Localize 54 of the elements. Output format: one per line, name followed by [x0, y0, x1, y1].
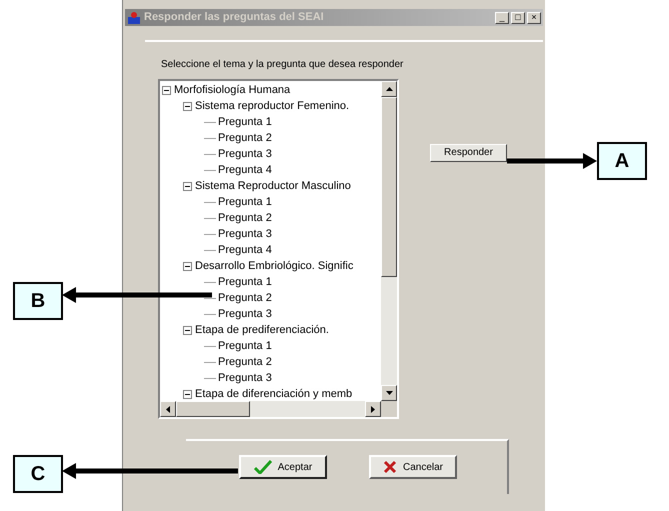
tree-item[interactable]: Pregunta 2: [218, 212, 272, 224]
collapse-icon[interactable]: [183, 102, 192, 110]
collapse-icon[interactable]: [183, 326, 192, 334]
left-arrow-icon: [166, 406, 170, 412]
scroll-thumb[interactable]: [176, 401, 250, 417]
collapse-icon[interactable]: [183, 390, 192, 398]
tree-item[interactable]: Pregunta 3: [218, 308, 272, 320]
minimize-button[interactable]: _: [495, 12, 509, 24]
vertical-scrollbar[interactable]: [381, 81, 397, 401]
up-arrow-icon: [386, 87, 392, 91]
tree-item[interactable]: Etapa de diferenciación y memb: [195, 388, 352, 400]
tree-item[interactable]: Pregunta 1: [218, 196, 272, 208]
scroll-down-button[interactable]: [381, 385, 397, 401]
window-title: Responder las preguntas del SEAI: [144, 10, 324, 26]
accept-button[interactable]: Aceptar: [239, 455, 327, 479]
right-arrow-icon: [371, 406, 375, 412]
scrollbar-corner: [381, 401, 397, 417]
cancel-button[interactable]: Cancelar: [369, 455, 457, 479]
tree-view[interactable]: [158, 79, 399, 419]
tree-item[interactable]: Morfofisiología Humana: [174, 84, 290, 96]
tree-item[interactable]: Sistema Reproductor Masculino: [195, 180, 351, 192]
horizontal-scrollbar[interactable]: [160, 401, 381, 417]
tree-item[interactable]: Pregunta 3: [218, 372, 272, 384]
scroll-up-button[interactable]: [381, 81, 397, 97]
collapse-icon[interactable]: [183, 182, 192, 190]
tree-item[interactable]: Pregunta 4: [218, 244, 272, 256]
instruction-label: Seleccione el tema y la pregunta que desea responder: [161, 58, 404, 72]
scroll-thumb[interactable]: [381, 97, 397, 277]
tree-item[interactable]: Pregunta 1: [218, 116, 272, 128]
collapse-icon[interactable]: [162, 86, 171, 94]
maximize-button[interactable]: □: [511, 12, 525, 24]
scroll-right-button[interactable]: [365, 401, 381, 417]
tree-item[interactable]: Pregunta 2: [218, 132, 272, 144]
callout-label: C: [13, 455, 63, 493]
callout-label: A: [597, 142, 647, 180]
callout-label: B: [13, 282, 63, 320]
scroll-left-button[interactable]: [160, 401, 176, 417]
app-icon: [127, 10, 141, 24]
x-icon: [382, 460, 397, 474]
tree-item[interactable]: Pregunta 3: [218, 228, 272, 240]
tree-item[interactable]: Pregunta 2: [218, 292, 272, 304]
check-icon: [254, 460, 272, 474]
collapse-icon[interactable]: [183, 262, 192, 270]
tree-item[interactable]: Sistema reproductor Femenino.: [195, 100, 350, 112]
tree-item[interactable]: Pregunta 3: [218, 148, 272, 160]
tree-item[interactable]: Etapa de prediferenciación.: [195, 324, 329, 336]
tree-item[interactable]: Pregunta 4: [218, 164, 272, 176]
tree-item[interactable]: Desarrollo Embriológico. Signific: [195, 260, 354, 272]
respond-button[interactable]: Responder: [430, 144, 507, 162]
close-button[interactable]: ×: [527, 12, 541, 24]
tree-item[interactable]: Pregunta 2: [218, 356, 272, 368]
tree-item[interactable]: Pregunta 1: [218, 340, 272, 352]
tree-item[interactable]: Pregunta 1: [218, 276, 272, 288]
down-arrow-icon: [386, 391, 392, 395]
